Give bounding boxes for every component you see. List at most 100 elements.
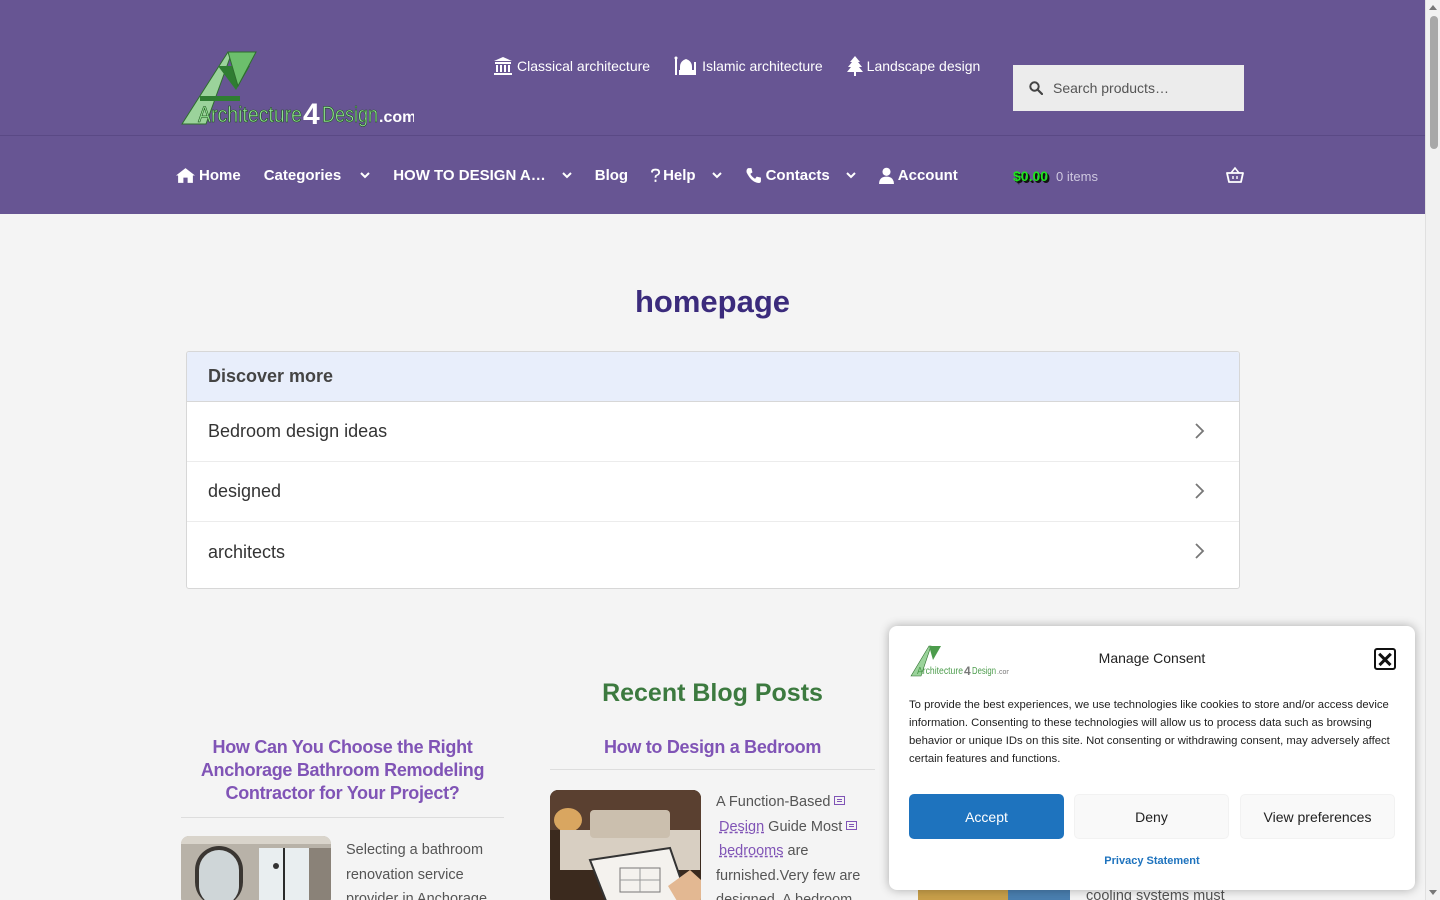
discover-item-label: designed: [208, 481, 282, 501]
excerpt-line: bedrooms are: [716, 839, 876, 864]
nav-blog[interactable]: Blog: [595, 167, 628, 184]
main-nav: Home Categories HOW TO DESIGN A… Blog He…: [176, 163, 958, 187]
basket-icon: [1226, 166, 1244, 183]
nav-label: Help: [663, 166, 696, 184]
scroll-thumb[interactable]: [1430, 16, 1438, 149]
excerpt-text: are: [787, 843, 809, 859]
post-title[interactable]: How Can You Choose the Right Anchorage B…: [181, 736, 504, 805]
blog-post-card: How Can You Choose the Right Anchorage B…: [181, 736, 504, 818]
chevron-right-icon: [1195, 423, 1205, 439]
chevron-right-icon: [1195, 483, 1205, 499]
blog-post-card: How to Design a Bedroom: [550, 736, 875, 770]
user-icon: [878, 167, 894, 184]
excerpt-text: Guide Most: [768, 818, 843, 835]
nav-categories[interactable]: Categories: [264, 167, 372, 184]
svg-text:Design: Design: [972, 666, 996, 677]
toplink-landscape-design[interactable]: Landscape design: [846, 56, 981, 76]
keyword-link[interactable]: Design: [719, 819, 764, 835]
nav-account[interactable]: Account: [878, 166, 958, 184]
scroll-up-arrow[interactable]: [1429, 5, 1437, 10]
accept-button[interactable]: Accept: [909, 794, 1064, 839]
post-excerpt: Selecting a bathroom renovation service …: [346, 838, 506, 900]
discover-item[interactable]: architects: [187, 522, 1239, 582]
post-title[interactable]: How to Design a Bedroom: [550, 736, 875, 759]
search-icon: [1029, 81, 1043, 95]
svg-text:.com: .com: [379, 109, 414, 126]
toplink-label: Classical architecture: [517, 58, 651, 74]
excerpt-line: Selecting a bathroom: [346, 842, 484, 858]
keyword-icon: [846, 820, 858, 830]
discover-more-box: Discover more Bedroom design ideas desig…: [186, 351, 1240, 589]
mosque-icon: [674, 56, 697, 75]
keyword-icon: [834, 796, 846, 805]
privacy-statement-link[interactable]: Privacy Statement: [889, 855, 1415, 867]
discover-item[interactable]: Bedroom design ideas: [187, 402, 1239, 462]
nav-label: HOW TO DESIGN A…: [393, 166, 546, 184]
top-links: Classical architecture Islamic architect…: [493, 56, 980, 76]
search-input[interactable]: [1053, 80, 1233, 96]
nav-label: Contacts: [765, 166, 830, 184]
svg-text:Architecture: Architecture: [198, 102, 302, 127]
toplink-classical-architecture[interactable]: Classical architecture: [493, 56, 650, 76]
product-search: [1013, 65, 1244, 111]
discover-item-label: Bedroom design ideas: [208, 421, 388, 441]
consent-title: Manage Consent: [1098, 650, 1206, 666]
post-excerpt: A Function-Based Design Guide Most bedro…: [716, 790, 876, 900]
post-divider: [550, 769, 875, 770]
question-icon: [650, 168, 661, 182]
cart-count: 0 items: [1056, 168, 1098, 184]
close-icon[interactable]: [1374, 648, 1396, 670]
header-cart[interactable]: $0.00 0 items: [1013, 165, 1244, 187]
chevron-down-icon: [562, 172, 572, 179]
svg-text:Architecture: Architecture: [917, 666, 963, 677]
excerpt-line: provider in Anchorage: [346, 891, 488, 900]
svg-text:4: 4: [964, 664, 971, 678]
cart-amount: $0.00: [1013, 168, 1049, 184]
post-thumbnail[interactable]: [181, 836, 331, 900]
excerpt-text: A Function-Based: [716, 794, 831, 810]
consent-dialog: Architecture 4 Design .com Manage Consen…: [889, 626, 1415, 890]
svg-text:.com: .com: [997, 669, 1009, 676]
nav-label: Account: [897, 166, 958, 184]
nav-label: Blog: [594, 166, 629, 184]
header-divider: [0, 135, 1425, 136]
excerpt-line: A Function-Based: [716, 790, 876, 815]
institution-icon: [494, 57, 512, 75]
chevron-right-icon: [1195, 543, 1205, 559]
consent-body: To provide the best experiences, we use …: [909, 699, 1390, 765]
chevron-down-icon: [846, 172, 856, 179]
post-thumbnail[interactable]: [550, 790, 701, 900]
post-divider: [181, 817, 504, 818]
phone-icon: [746, 167, 761, 183]
page-title: homepage: [634, 284, 791, 319]
nav-label: Home: [199, 166, 241, 184]
excerpt-line: furnished.Very few are: [716, 867, 861, 884]
tree-icon: [846, 56, 863, 76]
chevron-down-icon: [711, 172, 722, 179]
chevron-down-icon: [360, 172, 370, 179]
toplink-label: Islamic architecture: [702, 58, 823, 74]
site-header: Architecture 4 Design .com Classical arc…: [0, 0, 1425, 214]
discover-item[interactable]: designed: [187, 462, 1239, 522]
nav-home[interactable]: Home: [176, 167, 241, 184]
svg-text:4: 4: [303, 98, 320, 128]
nav-how-to-design[interactable]: HOW TO DESIGN A…: [393, 167, 573, 184]
site-logo[interactable]: Architecture 4 Design .com: [178, 46, 416, 131]
keyword-link[interactable]: bedrooms: [719, 843, 783, 859]
toplink-islamic-architecture[interactable]: Islamic architecture: [674, 56, 823, 76]
discover-heading: Discover more: [187, 352, 1239, 402]
nav-label: Categories: [263, 166, 342, 184]
deny-button[interactable]: Deny: [1074, 794, 1229, 839]
page-scrollbar[interactable]: [1425, 0, 1440, 900]
discover-item-label: architects: [208, 541, 286, 562]
toplink-label: Landscape design: [866, 58, 981, 74]
excerpt-line: renovation service: [346, 866, 464, 883]
svg-text:Design: Design: [322, 102, 378, 127]
excerpt-line: Design Guide Most: [716, 815, 876, 840]
nav-help[interactable]: Help: [650, 167, 723, 184]
excerpt-line: designed. A bedroom: [716, 892, 853, 900]
scroll-down-arrow[interactable]: [1429, 890, 1437, 895]
nav-contacts[interactable]: Contacts: [745, 167, 857, 184]
home-icon: [176, 167, 195, 183]
view-preferences-button[interactable]: View preferences: [1240, 794, 1395, 839]
